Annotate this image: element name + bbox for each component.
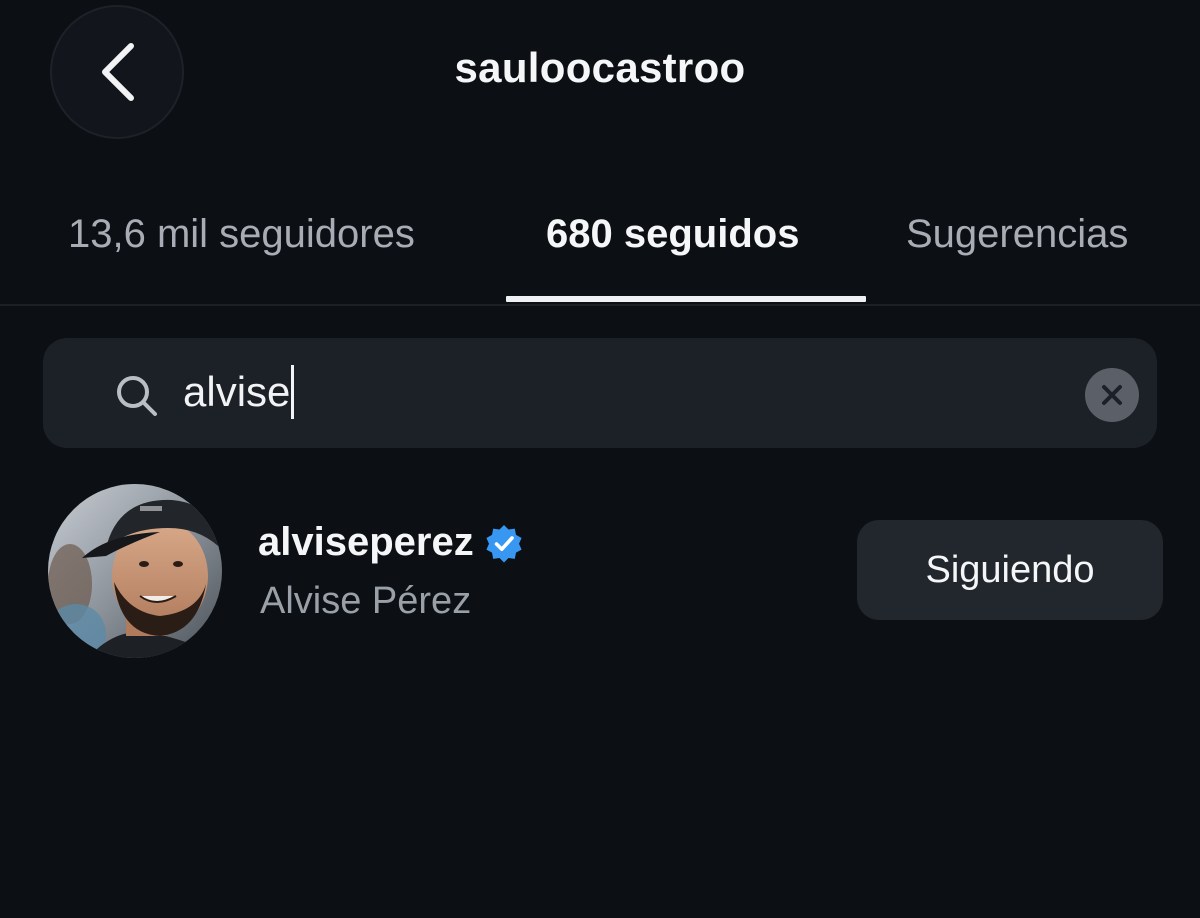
search-icon xyxy=(117,376,157,416)
tab-bar: 13,6 mil seguidores 680 seguidos Sugeren… xyxy=(0,200,1200,306)
page-title: sauloocastroo xyxy=(454,44,746,91)
search-input[interactable]: alvise xyxy=(183,362,1043,422)
avatar-photo xyxy=(48,484,222,658)
tab-following[interactable]: 680 seguidos xyxy=(546,212,799,257)
avatar[interactable] xyxy=(48,484,222,658)
clear-search-button[interactable] xyxy=(1085,368,1139,422)
username[interactable]: alviseperez xyxy=(258,520,474,565)
search-input-value: alvise xyxy=(183,368,291,415)
search-bar[interactable]: alvise xyxy=(43,338,1157,448)
clear-icon xyxy=(1102,385,1122,405)
full-name: Alvise Pérez xyxy=(260,580,472,622)
active-tab-indicator xyxy=(506,296,866,302)
following-screen: sauloocastroo 13,6 mil seguidores 680 se… xyxy=(0,0,1200,918)
text-cursor xyxy=(291,365,295,419)
following-button[interactable]: Siguiendo xyxy=(857,520,1163,620)
list-item[interactable]: alviseperez Alvise Pérez Siguiendo xyxy=(0,480,1200,660)
verified-badge-icon xyxy=(486,524,522,562)
tab-suggestions[interactable]: Sugerencias xyxy=(906,212,1128,257)
username-line: alviseperez xyxy=(258,520,524,565)
tab-followers[interactable]: 13,6 mil seguidores xyxy=(68,212,415,257)
